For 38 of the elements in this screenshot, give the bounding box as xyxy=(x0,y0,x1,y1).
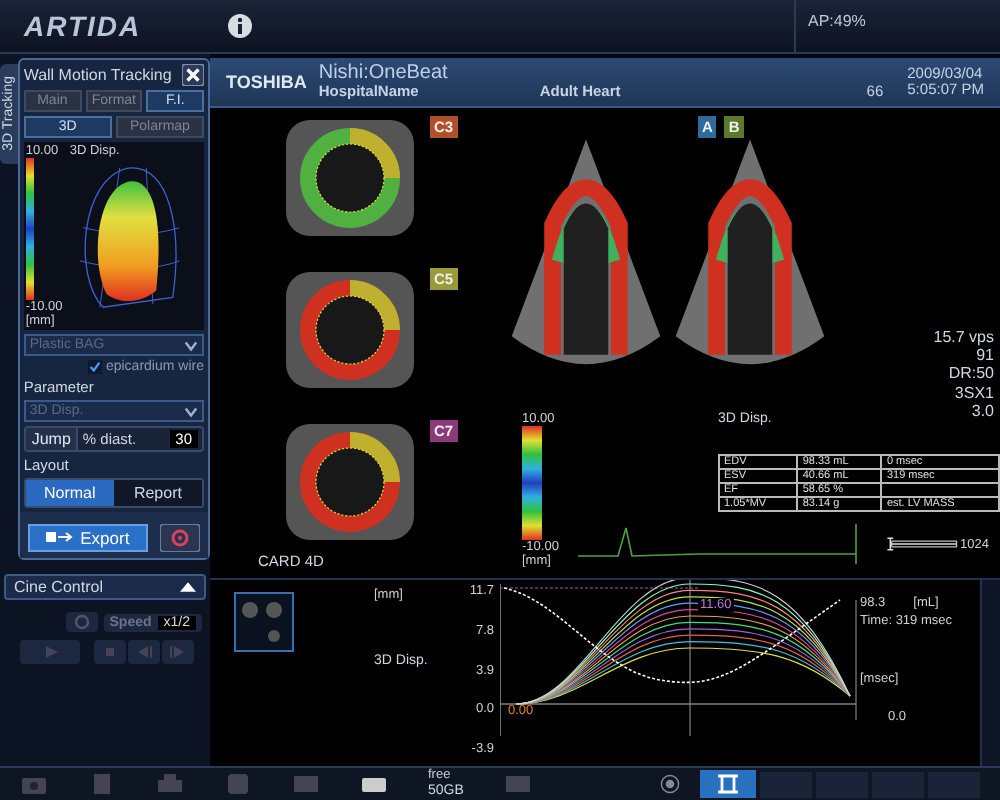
settings-icon[interactable] xyxy=(159,524,200,552)
step-back-icon[interactable] xyxy=(128,640,160,664)
close-icon[interactable] xyxy=(182,64,204,86)
layout-button[interactable] xyxy=(872,771,924,797)
layout-option[interactable]: Report xyxy=(113,480,203,506)
cine-control-header[interactable]: Cine Control xyxy=(4,574,206,600)
loop-icon[interactable] xyxy=(65,612,98,632)
readout-text: DR:50 xyxy=(948,364,994,384)
export-icon xyxy=(46,530,75,544)
chevron-down-icon xyxy=(184,339,198,351)
readout-text: 3.0 xyxy=(971,401,994,420)
printer-icon[interactable] xyxy=(156,774,184,794)
panel-title: Wall Motion Tracking xyxy=(23,66,172,84)
table-cell xyxy=(881,483,999,497)
readout-text: 15.7 vps xyxy=(933,328,994,347)
readout-text: 3SX1 xyxy=(954,383,994,402)
acoustic-power-status: AP:49% xyxy=(794,0,1000,52)
layout-button[interactable] xyxy=(816,771,868,797)
checkbox[interactable] xyxy=(87,360,102,374)
thumbnail-image[interactable] xyxy=(234,592,294,652)
dual-layout-button[interactable] xyxy=(700,770,756,798)
stop-icon[interactable] xyxy=(94,640,126,664)
layout-option[interactable]: Normal xyxy=(25,480,114,506)
info-icon[interactable] xyxy=(228,14,252,38)
readout-text: 91 xyxy=(976,346,994,365)
ruler-icon xyxy=(886,534,958,554)
triangle-up-icon xyxy=(180,582,196,592)
logo: ARTIDA xyxy=(24,10,144,42)
brand-label: TOSHIBA xyxy=(226,72,307,92)
color-scale-bar xyxy=(522,426,542,540)
chevron-down-icon xyxy=(184,405,198,417)
color-scale-bar xyxy=(25,158,34,300)
layout-button[interactable] xyxy=(928,771,980,797)
export-button[interactable]: Export xyxy=(28,524,148,552)
dial-icon[interactable] xyxy=(656,774,684,794)
camera-icon[interactable] xyxy=(20,774,48,794)
step-forward-icon[interactable] xyxy=(162,640,194,664)
patient-name: Nishi:OneBeat xyxy=(318,62,448,85)
